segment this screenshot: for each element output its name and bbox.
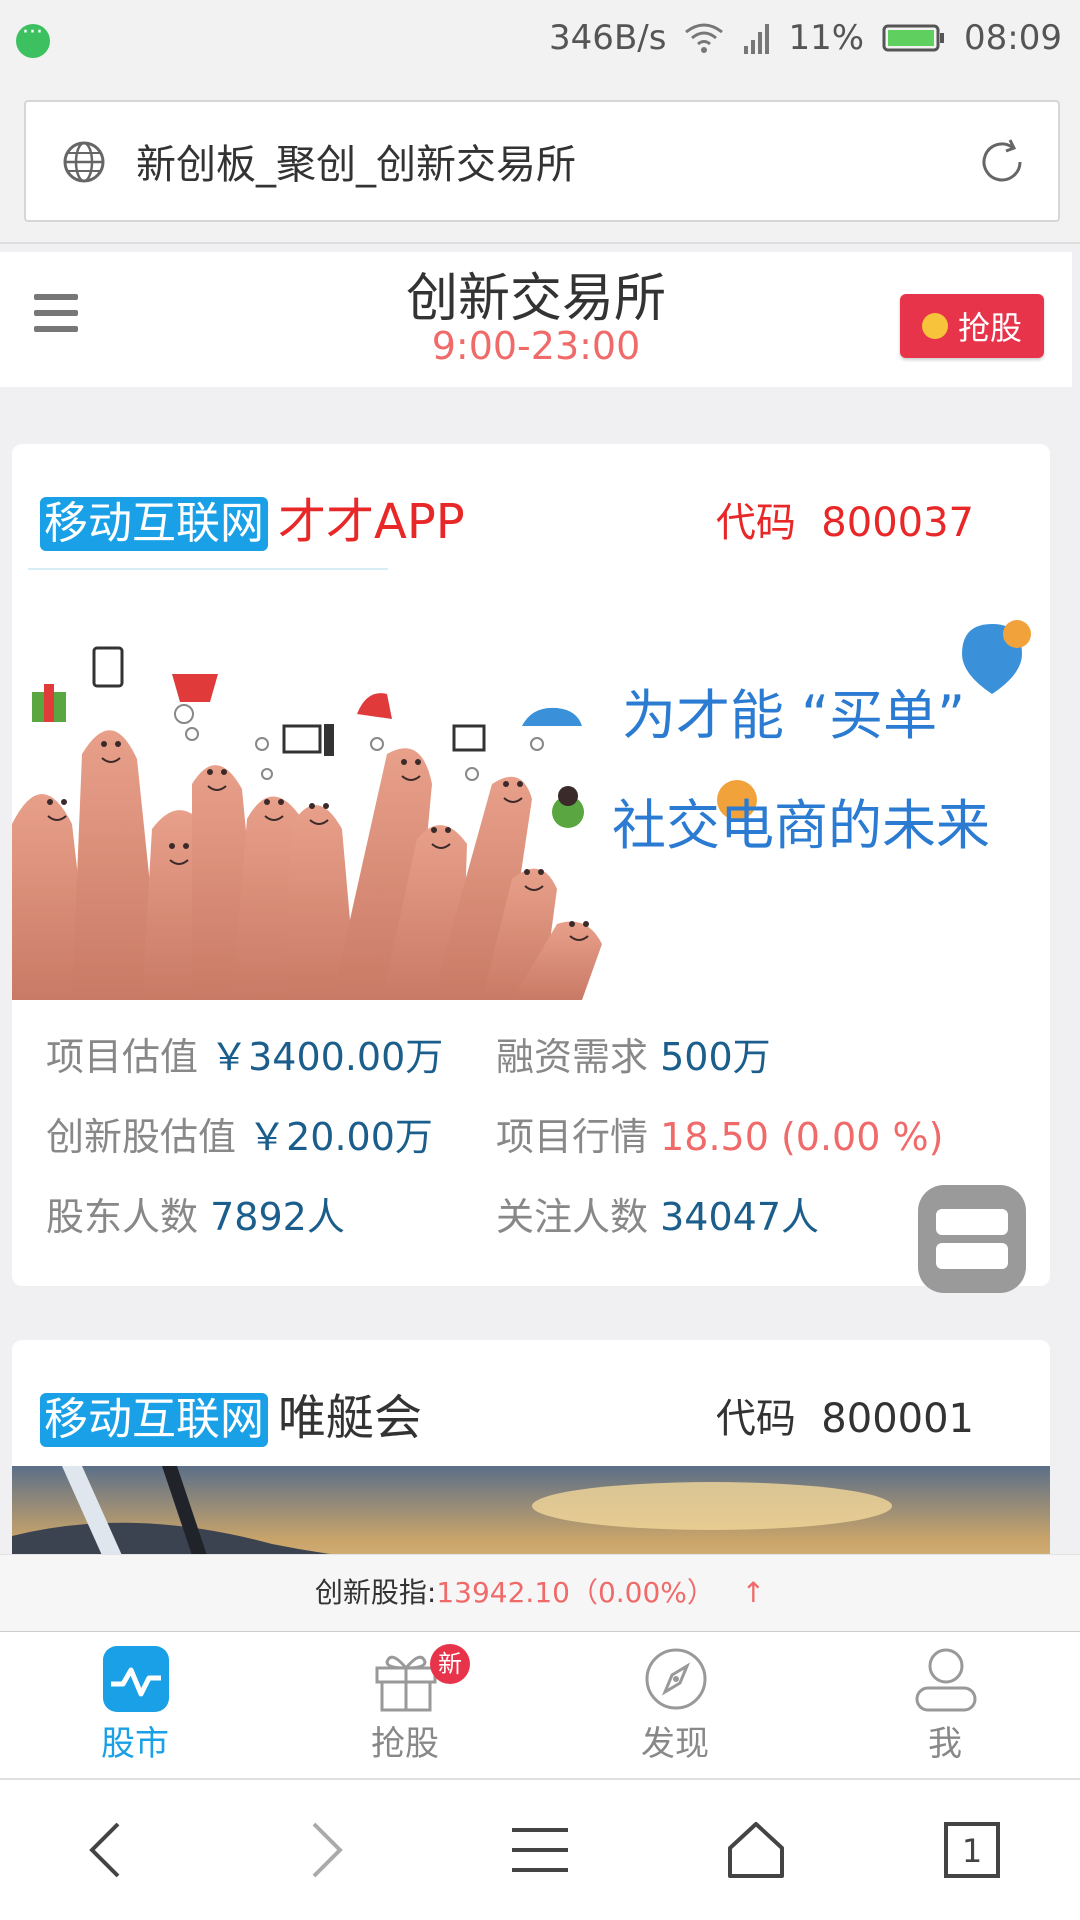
app-header: 创新交易所 9:00-23:00 抢股 [0, 252, 1072, 387]
chevron-left-icon [89, 1822, 120, 1878]
banner-slogan-1: 为才能 “买单” [622, 684, 965, 747]
globe-icon [63, 141, 105, 183]
tabs-button[interactable]: 1 [864, 1780, 1080, 1920]
refresh-icon[interactable] [976, 136, 1028, 188]
code-label: 代码 [715, 1396, 796, 1442]
tab-label: 股市 [101, 1724, 169, 1764]
new-badge: 新 [430, 1644, 470, 1684]
chart-icon [103, 1646, 169, 1712]
coin-icon [921, 313, 948, 339]
wifi-icon [685, 23, 724, 53]
url-title: 新创板_聚创_创新交易所 [136, 142, 576, 188]
project-name: 才才APP [278, 494, 465, 550]
code-value: 800037 [821, 500, 974, 546]
code-value: 800001 [821, 1396, 974, 1442]
tab-me[interactable]: 我 [810, 1632, 1080, 1778]
browser-url-area: 新创板_聚创_创新交易所 [0, 80, 1080, 244]
index-value: 13942.10（0.00%） [436, 1576, 715, 1609]
banner-image: 为才能 “买单” 社交电商的未来 [12, 620, 1031, 1000]
battery-icon [882, 24, 945, 52]
floating-menu-button[interactable] [918, 1185, 1026, 1293]
user-icon [915, 1648, 977, 1712]
stat-key: 关注人数 [496, 1195, 649, 1239]
divider [28, 568, 388, 570]
stat-value: 500万 [660, 1035, 771, 1079]
home-icon [728, 1822, 784, 1878]
net-speed: 346B/s [549, 18, 667, 58]
hamburger-icon [512, 1828, 568, 1872]
compass-icon [645, 1648, 707, 1710]
status-bar: 346B/s 11% 08:09 [0, 0, 1080, 80]
project-card[interactable]: 移动互联网 才才APP 代码 800037 为才能 “买单” 社交电商的未来 项… [12, 444, 1050, 1286]
card-heading: 移动互联网 唯艇会 [40, 1378, 422, 1448]
back-button[interactable] [0, 1780, 216, 1920]
wechat-icon [16, 20, 50, 58]
tab-discover[interactable]: 发现 [540, 1632, 810, 1778]
grab-stock-label: 抢股 [957, 309, 1022, 347]
project-banner[interactable]: 为才能 “买单” 社交电商的未来 [12, 584, 1050, 1000]
stat-value: ￥3400.00万 [210, 1035, 444, 1079]
banner-slogan-2: 社交电商的未来 [612, 794, 990, 857]
forward-button[interactable] [216, 1780, 432, 1920]
browser-menu-button[interactable] [432, 1780, 648, 1920]
home-button[interactable] [648, 1780, 864, 1920]
stat-value: 7892人 [210, 1195, 345, 1239]
status-right: 346B/s 11% 08:09 [549, 18, 1062, 58]
grab-stock-button[interactable]: 抢股 [900, 294, 1044, 358]
up-arrow-icon: ↑ [741, 1576, 766, 1609]
tab-label: 抢股 [371, 1724, 439, 1764]
stat-key: 项目估值 [46, 1035, 199, 1079]
code-label: 代码 [715, 500, 796, 546]
url-bar[interactable]: 新创板_聚创_创新交易所 [24, 100, 1060, 222]
index-label: 创新股指: [314, 1576, 437, 1609]
stat-value: 34047人 [660, 1195, 819, 1239]
stat-key: 项目行情 [496, 1115, 649, 1159]
project-name: 唯艇会 [278, 1390, 423, 1446]
bottom-tab-bar: 股市 新 抢股 发现 我 [0, 1632, 1080, 1780]
chevron-right-icon [312, 1822, 343, 1878]
browser-toolbar: 1 [0, 1780, 1080, 1920]
tab-label: 发现 [641, 1724, 709, 1764]
project-code: 代码 800001 [716, 1386, 974, 1444]
card-heading: 移动互联网 才才APP [40, 482, 465, 552]
battery-percent: 11% [788, 18, 865, 58]
project-stats: 项目估值 ￥3400.00万 融资需求 500万 创新股估值 ￥20.00万 项… [46, 1026, 946, 1266]
tab-count: 1 [962, 1832, 982, 1870]
signal-icon [744, 24, 770, 54]
project-code: 代码 800037 [716, 490, 974, 548]
stat-key: 融资需求 [496, 1035, 649, 1079]
category-tag: 移动互联网 [40, 497, 268, 551]
stat-value: 18.50 (0.00 %) [660, 1115, 944, 1159]
tab-label: 我 [928, 1724, 962, 1764]
tab-market[interactable]: 股市 [0, 1632, 270, 1778]
gift-icon [375, 1655, 437, 1712]
tabs-icon: 1 [944, 1822, 1000, 1878]
stat-key: 创新股估值 [46, 1115, 237, 1159]
stat-value: ￥20.00万 [248, 1115, 433, 1159]
clock: 08:09 [964, 18, 1062, 58]
tab-grab[interactable]: 新 抢股 [270, 1632, 540, 1778]
stat-key: 股东人数 [46, 1195, 199, 1239]
category-tag: 移动互联网 [40, 1393, 268, 1447]
index-ticker: 创新股指:13942.10（0.00%） ↑ [0, 1554, 1080, 1633]
